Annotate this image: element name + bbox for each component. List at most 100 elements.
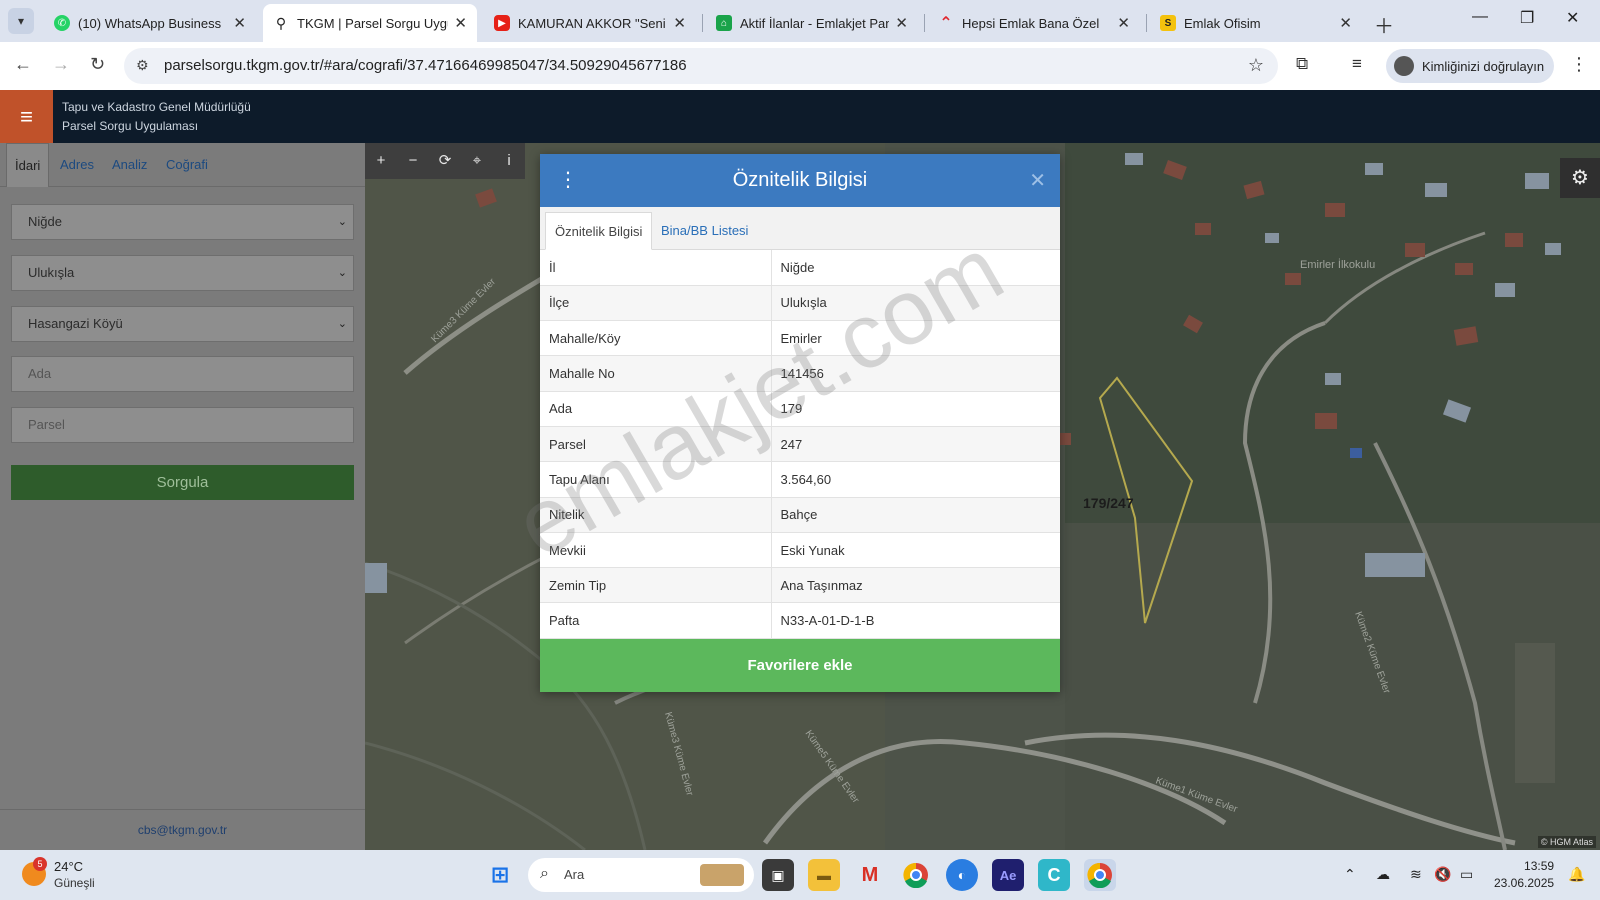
tab-emlakjet[interactable]: ⌂ Aktif İlanlar - Emlakjet Panel ✕ — [706, 6, 918, 40]
tab-title: Hepsi Emlak Bana Özel — [962, 15, 1100, 31]
attribute-dialog: Öznitelik Bilgisi ⋮ ✕ Öznitelik Bilgisi … — [540, 154, 1060, 692]
taskbar-clock[interactable]: 13:59 23.06.2025 — [1494, 858, 1554, 892]
youtube-icon: ▶ — [494, 15, 510, 31]
tab-oznitelik-bilgisi[interactable]: Öznitelik Bilgisi — [545, 212, 653, 250]
wifi-icon[interactable]: ≋ — [1410, 866, 1422, 883]
attr-key: Parsel — [540, 426, 772, 463]
gear-icon[interactable]: ⚙ — [1560, 158, 1600, 198]
mahalle-select[interactable]: Hasangazi Köyü ⌄ — [11, 306, 354, 342]
browser-menu-icon[interactable]: ⋮ — [1570, 54, 1588, 75]
close-icon[interactable]: ✕ — [1029, 168, 1046, 193]
table-row: Ada 179 — [540, 391, 1060, 427]
minimize-icon[interactable]: — — [1472, 8, 1488, 26]
address-bar[interactable]: ⚙ parselsorgu.tkgm.gov.tr/#ara/cografi/3… — [124, 48, 1278, 84]
file-explorer-icon[interactable]: ▬ — [808, 859, 840, 891]
forward-icon[interactable]: → — [52, 54, 70, 75]
windows-start-icon[interactable]: ⊞ — [484, 859, 516, 891]
media-controls-icon[interactable]: ≡ — [1352, 54, 1362, 74]
close-icon[interactable]: ✕ — [895, 14, 908, 32]
parsel-input[interactable]: Parsel — [11, 407, 354, 443]
zoom-out-icon[interactable]: − — [397, 143, 429, 179]
info-icon[interactable]: i — [493, 143, 525, 179]
tab-separator — [1146, 14, 1147, 32]
notification-bell-icon[interactable]: 🔔 — [1568, 866, 1585, 883]
window-close-icon[interactable]: ✕ — [1566, 8, 1579, 28]
add-favorite-button[interactable]: Favorilere ekle — [540, 639, 1060, 692]
chevron-up-icon[interactable]: ⌃ — [1344, 866, 1356, 883]
volume-muted-icon[interactable]: 🔇 — [1434, 866, 1451, 883]
attr-key: Pafta — [540, 602, 772, 639]
tab-tkgm[interactable]: ⚲ TKGM | Parsel Sorgu Uygulaması ✕ — [263, 4, 477, 42]
tab-adres[interactable]: Adres — [52, 143, 102, 187]
after-effects-icon[interactable]: Ae — [992, 859, 1024, 891]
tab-emlak-ofisim[interactable]: S Emlak Ofisim ✕ — [1150, 6, 1362, 40]
ada-input[interactable]: Ada — [11, 356, 354, 392]
search-placeholder: Ara — [564, 867, 585, 882]
back-icon[interactable]: ← — [14, 54, 32, 75]
app-title: Tapu ve Kadastro Genel Müdürlüğü Parsel … — [62, 98, 251, 136]
dialog-header: Öznitelik Bilgisi ⋮ ✕ — [540, 154, 1060, 207]
close-icon[interactable]: ✕ — [454, 14, 467, 32]
bookmark-star-icon[interactable]: ☆ — [1248, 55, 1264, 76]
il-select[interactable]: Niğde ⌄ — [11, 204, 354, 240]
table-row: Pafta N33-A-01-D-1-B — [540, 602, 1060, 639]
close-icon[interactable]: ✕ — [673, 14, 686, 32]
tab-analiz[interactable]: Analiz — [104, 143, 155, 187]
table-row: Tapu Alanı 3.564,60 — [540, 461, 1060, 498]
attr-value: 247 — [771, 426, 1060, 463]
location-pin-icon: ⚲ — [275, 14, 287, 31]
extensions-icon[interactable]: ⧉ — [1296, 54, 1308, 74]
cloud-sync-icon[interactable]: ☁ — [1376, 866, 1390, 883]
locate-icon[interactable]: ⌖ — [461, 143, 493, 179]
search-highlight-image — [700, 864, 744, 886]
attr-value: Eski Yunak — [771, 532, 1060, 569]
url-text[interactable]: parselsorgu.tkgm.gov.tr/#ara/cografi/37.… — [164, 57, 687, 74]
profile-button[interactable]: Kimliğinizi doğrulayın — [1386, 49, 1554, 83]
battery-icon[interactable]: ▭ — [1460, 866, 1473, 883]
ilce-select[interactable]: Ulukışla ⌄ — [11, 255, 354, 291]
taskbar-search[interactable]: ⌕ Ara — [528, 858, 754, 892]
il-select-value: Niğde — [28, 214, 62, 229]
hamburger-menu-icon[interactable]: ≡ — [0, 90, 53, 143]
close-icon[interactable]: ✕ — [1339, 14, 1352, 32]
tab-youtube[interactable]: ▶ KAMURAN AKKOR "Seni kim ✕ — [484, 6, 696, 40]
site-info-icon[interactable]: ⚙ — [136, 57, 149, 74]
reload-icon[interactable]: ↻ — [90, 54, 105, 75]
close-icon[interactable]: ✕ — [233, 14, 246, 32]
tab-search-button[interactable]: ▾ — [8, 8, 34, 34]
tab-bina-bb-listesi[interactable]: Bina/BB Listesi — [652, 212, 757, 250]
windows-taskbar: 5 24°C Güneşli ⊞ ⌕ Ara ▣ ▬ M ◐ Ae C ⌃ ☁ … — [0, 850, 1600, 900]
task-view-icon[interactable]: ▣ — [762, 859, 794, 891]
tab-title: (10) WhatsApp Business — [78, 15, 222, 31]
mahalle-select-value: Hasangazi Köyü — [28, 316, 123, 331]
temperature[interactable]: 24°C — [54, 859, 83, 874]
kebab-menu-icon[interactable]: ⋮ — [558, 167, 578, 192]
attr-key: Mevkii — [540, 532, 772, 569]
restore-icon[interactable]: ❐ — [1520, 8, 1534, 28]
attr-key: İl — [540, 250, 772, 286]
edge-icon[interactable]: ◐ — [946, 859, 978, 891]
zoom-in-icon[interactable]: + — [365, 143, 397, 179]
table-row: Mevkii Eski Yunak — [540, 532, 1060, 569]
tab-whatsapp[interactable]: ✆ (10) WhatsApp Business ✕ — [44, 6, 256, 40]
weather-condition[interactable]: Güneşli — [54, 876, 95, 890]
browser-tab-strip: ▾ ✆ (10) WhatsApp Business ✕ ⚲ TKGM | Pa… — [0, 0, 1600, 42]
chrome-active-icon[interactable] — [1084, 859, 1116, 891]
gmail-icon[interactable]: M — [854, 859, 886, 891]
tab-separator — [924, 14, 925, 32]
new-tab-icon[interactable]: ＋ — [1374, 10, 1394, 39]
canva-icon[interactable]: C — [1038, 859, 1070, 891]
tab-idari[interactable]: İdari — [6, 143, 50, 187]
contact-email[interactable]: cbs@tkgm.gov.tr — [0, 809, 365, 850]
emlakjet-icon: ⌂ — [716, 15, 732, 31]
profile-label: Kimliğinizi doğrulayın — [1422, 58, 1545, 74]
refresh-icon[interactable]: ⟳ — [429, 143, 461, 179]
map-toolbar: + − ⟳ ⌖ i — [365, 143, 525, 179]
sorgula-button[interactable]: Sorgula — [11, 465, 354, 500]
tab-cografi[interactable]: Coğrafi — [158, 143, 216, 187]
dialog-title: Öznitelik Bilgisi — [732, 169, 868, 191]
close-icon[interactable]: ✕ — [1117, 14, 1130, 32]
chrome-icon[interactable] — [900, 859, 932, 891]
clock-date: 23.06.2025 — [1494, 876, 1555, 890]
tab-hepsiemlak[interactable]: ⌃ Hepsi Emlak Bana Özel ✕ — [928, 6, 1140, 40]
